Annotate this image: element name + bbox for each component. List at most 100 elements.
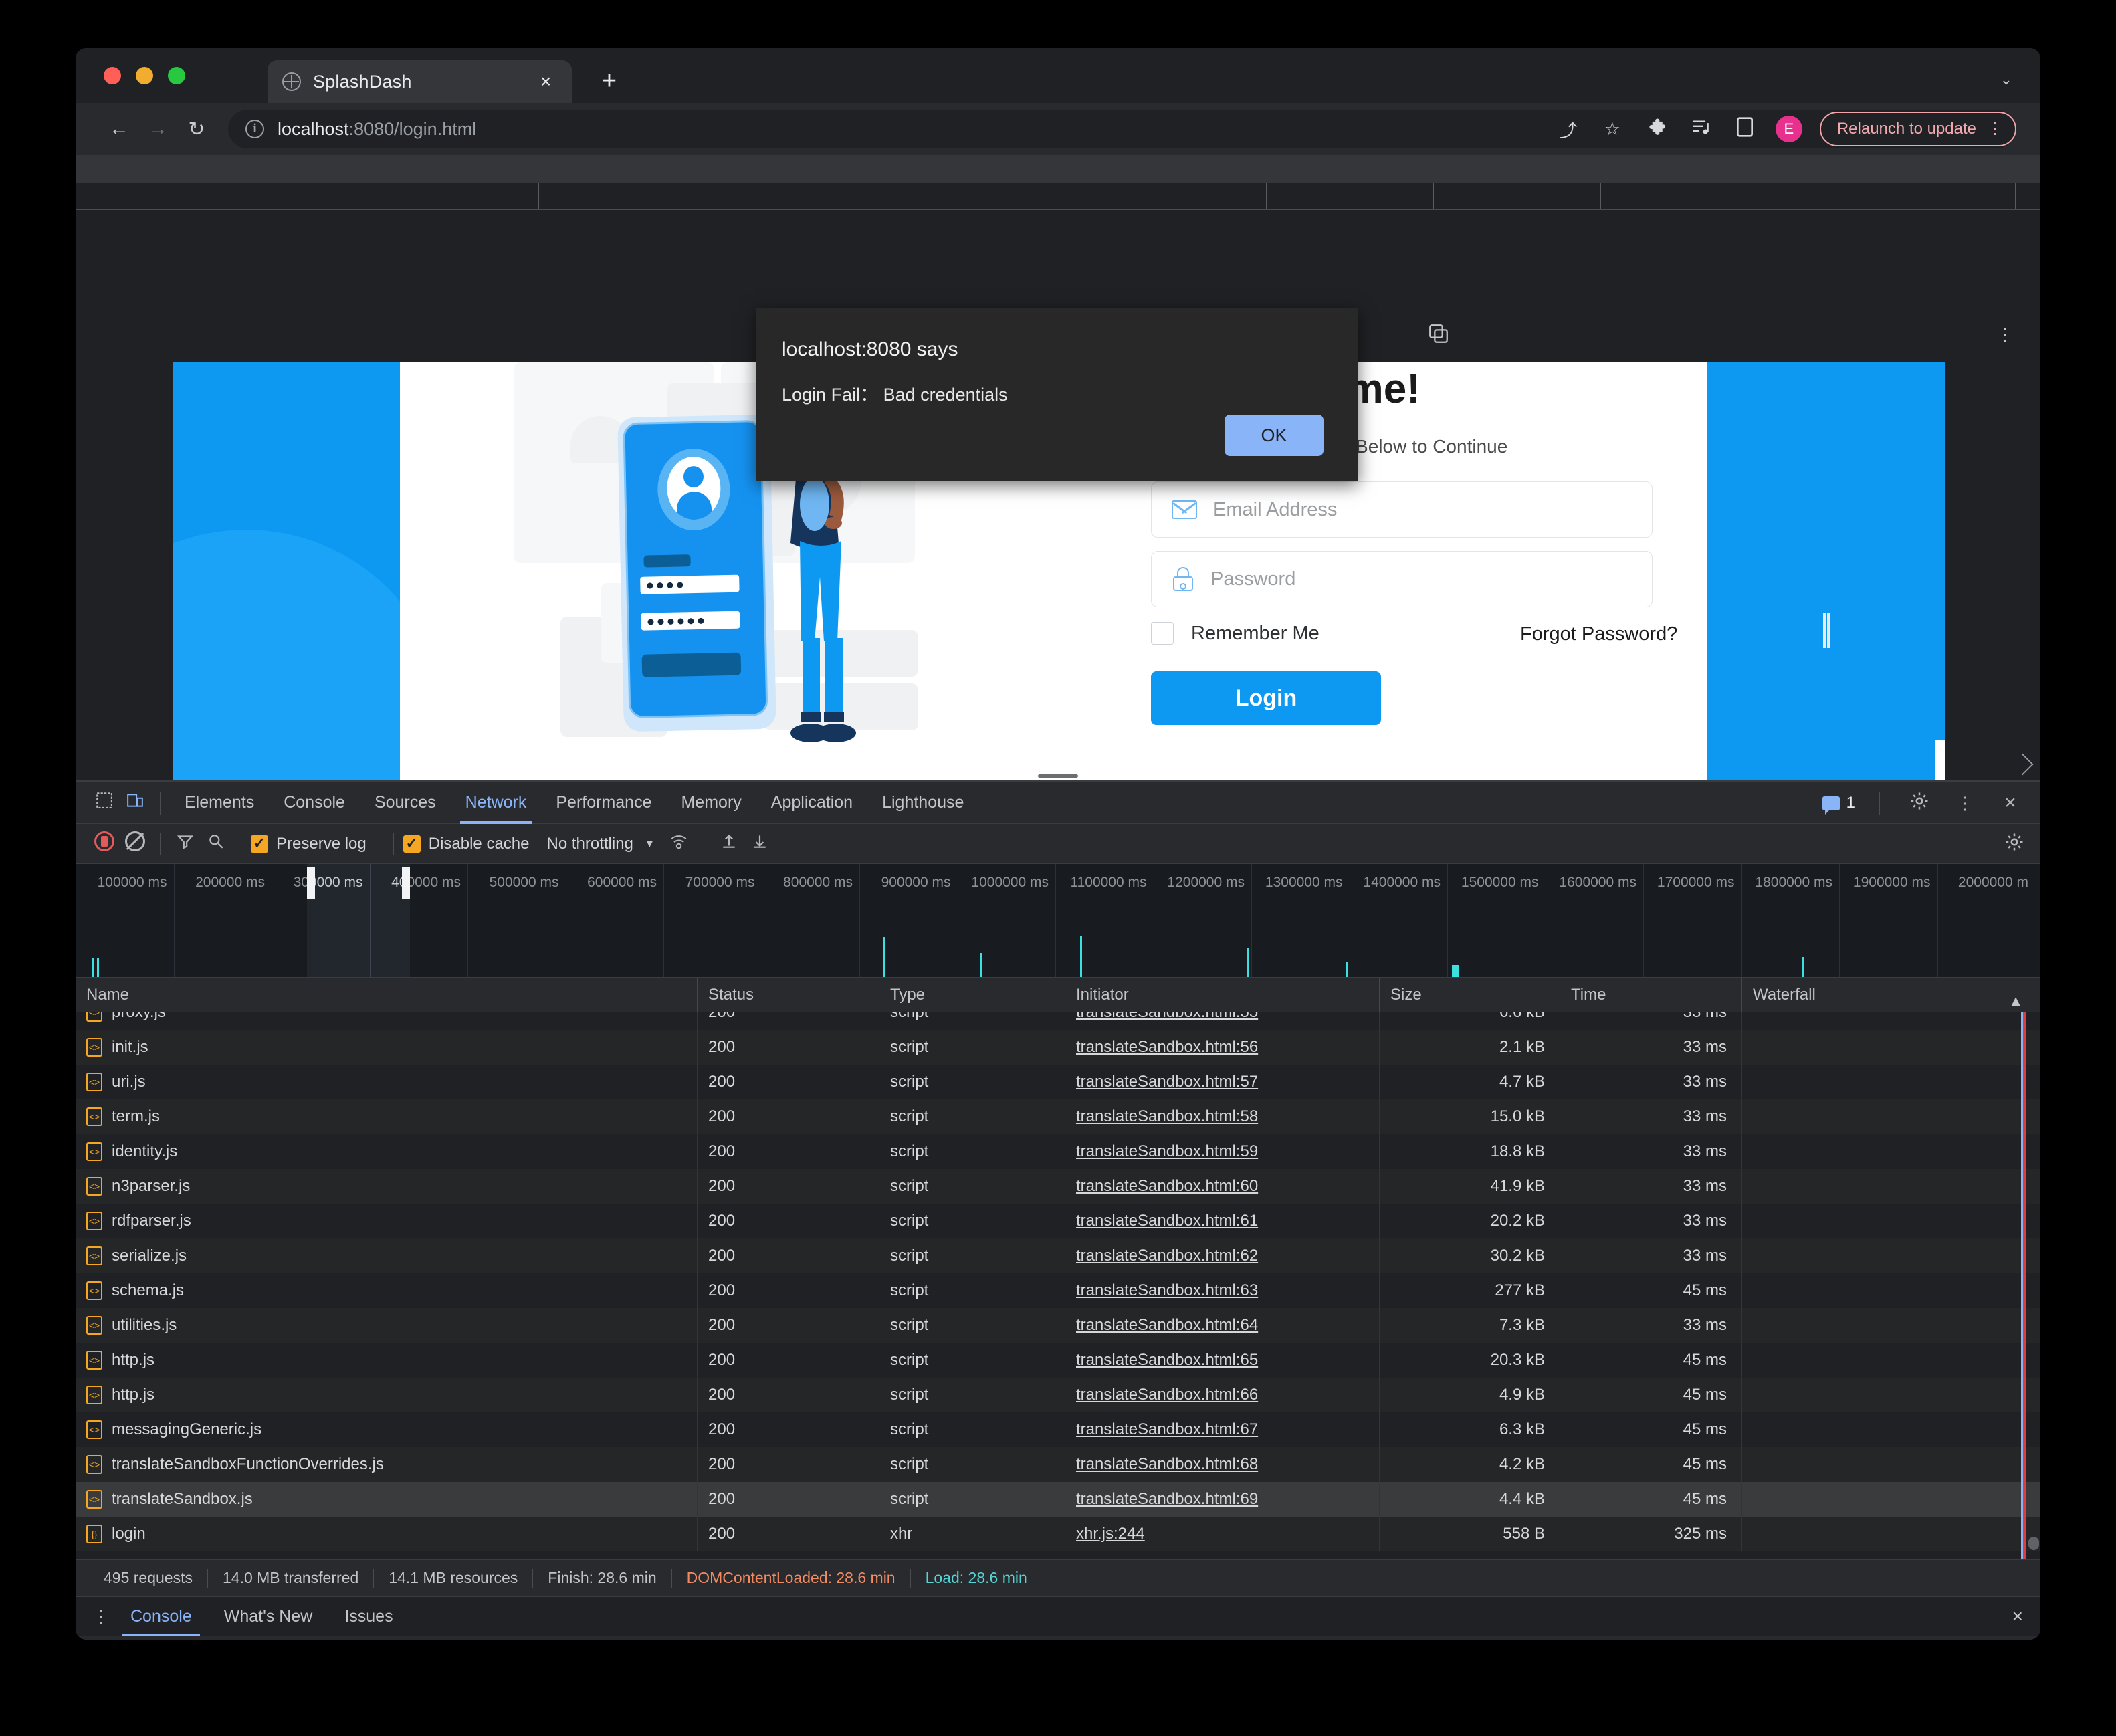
table-row[interactable]: <>init.js200scripttranslateSandbox.html:… xyxy=(76,1030,2040,1065)
back-button[interactable]: ← xyxy=(100,118,138,140)
search-icon[interactable] xyxy=(201,833,231,855)
resize-grip-icon[interactable] xyxy=(2011,753,2033,775)
initiator-link[interactable]: translateSandbox.html:64 xyxy=(1076,1316,1258,1335)
close-devtools-icon[interactable]: × xyxy=(1995,792,2026,815)
overview-window-left-handle[interactable] xyxy=(307,867,315,899)
browser-menu-kebab-icon[interactable]: ⋮ xyxy=(1987,122,2003,135)
reading-list-icon[interactable] xyxy=(1687,118,1714,140)
close-drawer-icon[interactable]: × xyxy=(2012,1606,2023,1627)
column-header-waterfall[interactable]: Waterfall xyxy=(1742,978,2040,1012)
table-row[interactable]: <>serialize.js200scripttranslateSandbox.… xyxy=(76,1238,2040,1273)
initiator-link[interactable]: translateSandbox.html:60 xyxy=(1076,1177,1258,1196)
table-row[interactable]: <>schema.js200scripttranslateSandbox.htm… xyxy=(76,1273,2040,1308)
gear-icon[interactable] xyxy=(1904,791,1935,816)
chevron-down-icon[interactable]: ⌄ xyxy=(2000,71,2012,88)
remember-me-row[interactable]: Remember Me xyxy=(1151,622,1319,645)
initiator-link[interactable]: translateSandbox.html:58 xyxy=(1076,1107,1258,1126)
forward-button[interactable]: → xyxy=(138,118,177,140)
site-info-icon[interactable]: i xyxy=(245,120,264,138)
relaunch-to-update-button[interactable]: Relaunch to update ⋮ xyxy=(1820,112,2016,146)
initiator-link[interactable]: translateSandbox.html:62 xyxy=(1076,1246,1258,1265)
remember-me-checkbox[interactable] xyxy=(1151,622,1174,645)
preserve-log-checkbox[interactable] xyxy=(251,835,268,853)
column-header-time[interactable]: Time xyxy=(1560,978,1742,1012)
table-row[interactable]: <>utilities.js200scripttranslateSandbox.… xyxy=(76,1308,2040,1343)
column-header-type[interactable]: Type xyxy=(879,978,1065,1012)
network-settings-icon[interactable] xyxy=(2004,832,2024,855)
tab-network[interactable]: Network xyxy=(451,782,542,824)
record-button[interactable] xyxy=(89,831,120,856)
tab-console[interactable]: Console xyxy=(269,782,360,824)
column-header-initiator[interactable]: Initiator xyxy=(1065,978,1380,1012)
reload-button[interactable]: ↻ xyxy=(177,118,216,141)
drawer-tab-issues[interactable]: Issues xyxy=(328,1596,409,1636)
initiator-link[interactable]: translateSandbox.html:67 xyxy=(1076,1420,1258,1439)
tab-memory[interactable]: Memory xyxy=(666,782,756,824)
initiator-link[interactable]: translateSandbox.html:59 xyxy=(1076,1142,1258,1161)
initiator-link[interactable]: translateSandbox.html:66 xyxy=(1076,1386,1258,1404)
network-conditions-icon[interactable] xyxy=(663,833,694,855)
network-request-list[interactable]: <>proxy.js200scripttranslateSandbox.html… xyxy=(76,1012,2040,1559)
overview-window-right-handle[interactable] xyxy=(402,867,410,899)
tab-application[interactable]: Application xyxy=(756,782,867,824)
devtools-resize-handle[interactable] xyxy=(1038,774,1078,778)
table-row[interactable]: {}login200xhrxhr.js:244558 B325 ms xyxy=(76,1517,2040,1551)
disable-cache-checkbox[interactable] xyxy=(403,835,421,853)
maximize-window-button[interactable] xyxy=(168,67,185,84)
initiator-link[interactable]: translateSandbox.html:57 xyxy=(1076,1073,1258,1091)
drawer-tab-whats-new[interactable]: What's New xyxy=(208,1596,329,1636)
issues-badge[interactable]: 1 xyxy=(1822,794,1855,812)
password-field[interactable]: Password xyxy=(1151,551,1653,607)
drawer-kebab-icon[interactable]: ⋮ xyxy=(88,1610,114,1624)
import-har-icon[interactable] xyxy=(714,833,744,855)
tab-performance[interactable]: Performance xyxy=(541,782,666,824)
browser-tab[interactable]: SplashDash × xyxy=(268,60,572,103)
column-header-name[interactable]: Name xyxy=(76,978,698,1012)
table-row[interactable]: <>term.js200scripttranslateSandbox.html:… xyxy=(76,1099,2040,1134)
extensions-puzzle-icon[interactable] xyxy=(1643,117,1670,142)
table-row[interactable]: <>translateSandbox.js200scripttranslateS… xyxy=(76,1482,2040,1517)
network-scrollbar[interactable] xyxy=(2028,1012,2039,1559)
drawer-tab-console[interactable]: Console xyxy=(114,1596,208,1636)
network-overview-timeline[interactable]: 100000 ms200000 ms300000 ms400000 ms5000… xyxy=(76,864,2040,978)
table-row[interactable]: <>proxy.js200scripttranslateSandbox.html… xyxy=(76,1012,2040,1030)
clear-button[interactable] xyxy=(120,831,150,856)
device-toolbar-icon[interactable] xyxy=(120,792,150,814)
minimize-window-button[interactable] xyxy=(136,67,153,84)
table-row[interactable]: <>http.js200scripttranslateSandbox.html:… xyxy=(76,1378,2040,1412)
initiator-link[interactable]: translateSandbox.html:69 xyxy=(1076,1490,1258,1509)
initiator-link[interactable]: translateSandbox.html:55 xyxy=(1076,1012,1258,1022)
bookmark-star-icon[interactable]: ☆ xyxy=(1599,119,1626,140)
forgot-password-link[interactable]: Forgot Password? xyxy=(1520,623,1677,645)
column-header-size[interactable]: Size xyxy=(1380,978,1560,1012)
inspect-element-icon[interactable] xyxy=(89,792,120,814)
preserve-log-toggle[interactable]: Preserve log xyxy=(251,835,366,853)
side-panel-icon[interactable] xyxy=(1731,117,1758,142)
tab-sources[interactable]: Sources xyxy=(360,782,451,824)
new-tab-button[interactable]: + xyxy=(596,68,623,94)
devtools-kebab-icon[interactable]: ⋮ xyxy=(1949,796,1980,810)
initiator-link[interactable]: translateSandbox.html:65 xyxy=(1076,1351,1258,1370)
tab-elements[interactable]: Elements xyxy=(170,782,269,824)
login-button[interactable]: Login xyxy=(1151,671,1381,725)
profile-avatar[interactable]: E xyxy=(1776,116,1802,142)
table-row[interactable]: <>http.js200scripttranslateSandbox.html:… xyxy=(76,1343,2040,1378)
chevron-down-icon[interactable]: ▾ xyxy=(647,837,653,851)
initiator-link[interactable]: translateSandbox.html:56 xyxy=(1076,1038,1258,1057)
table-row[interactable]: <>translateSandboxFunctionOverrides.js20… xyxy=(76,1447,2040,1482)
initiator-link[interactable]: translateSandbox.html:63 xyxy=(1076,1281,1258,1300)
table-row[interactable]: <>n3parser.js200scripttranslateSandbox.h… xyxy=(76,1169,2040,1204)
initiator-link[interactable]: translateSandbox.html:68 xyxy=(1076,1455,1258,1474)
close-tab-icon[interactable]: × xyxy=(534,72,557,91)
table-row[interactable]: <>uri.js200scripttranslateSandbox.html:5… xyxy=(76,1065,2040,1099)
disable-cache-toggle[interactable]: Disable cache xyxy=(403,835,530,853)
column-header-status[interactable]: Status xyxy=(698,978,879,1012)
table-row[interactable]: <>messagingGeneric.js200scripttranslateS… xyxy=(76,1412,2040,1447)
export-har-icon[interactable] xyxy=(744,833,775,855)
table-row[interactable]: <>rdfparser.js200scripttranslateSandbox.… xyxy=(76,1204,2040,1238)
alert-ok-button[interactable]: OK xyxy=(1225,415,1324,456)
initiator-link[interactable]: xhr.js:244 xyxy=(1076,1525,1145,1543)
table-row[interactable]: <>identity.js200scripttranslateSandbox.h… xyxy=(76,1134,2040,1169)
email-field[interactable]: Email Address xyxy=(1151,481,1653,538)
filter-icon[interactable] xyxy=(170,833,201,855)
